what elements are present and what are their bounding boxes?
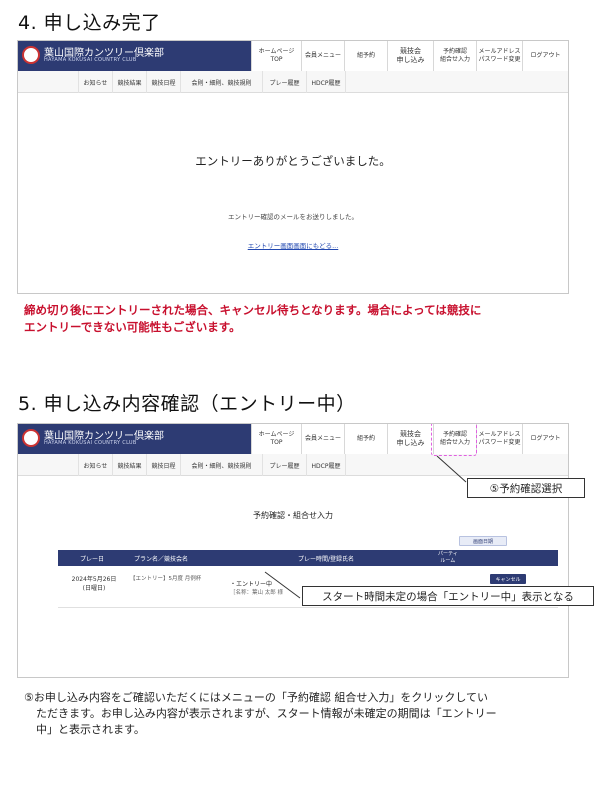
footnote-line-2: ただきます。お申し込み内容が表示されますが、スタート情報が未確定の期間は「エント… bbox=[36, 707, 497, 720]
callout-entry-status: スタート時間未定の場合「エントリー中」表示となる bbox=[302, 586, 594, 606]
annotation-lines bbox=[264, 455, 467, 599]
callout-select-pointer bbox=[436, 455, 467, 483]
callout-reservation-select: ⑤予約確認選択 bbox=[467, 478, 585, 498]
callout-entry-pointer bbox=[264, 571, 301, 599]
footnote-line-3: 中」と表示されます。 bbox=[36, 723, 145, 736]
footnote-line-1: ⑤お申し込み内容をご確認いただくにはメニューの「予約確認 組合せ入力」をクリック… bbox=[24, 691, 489, 704]
